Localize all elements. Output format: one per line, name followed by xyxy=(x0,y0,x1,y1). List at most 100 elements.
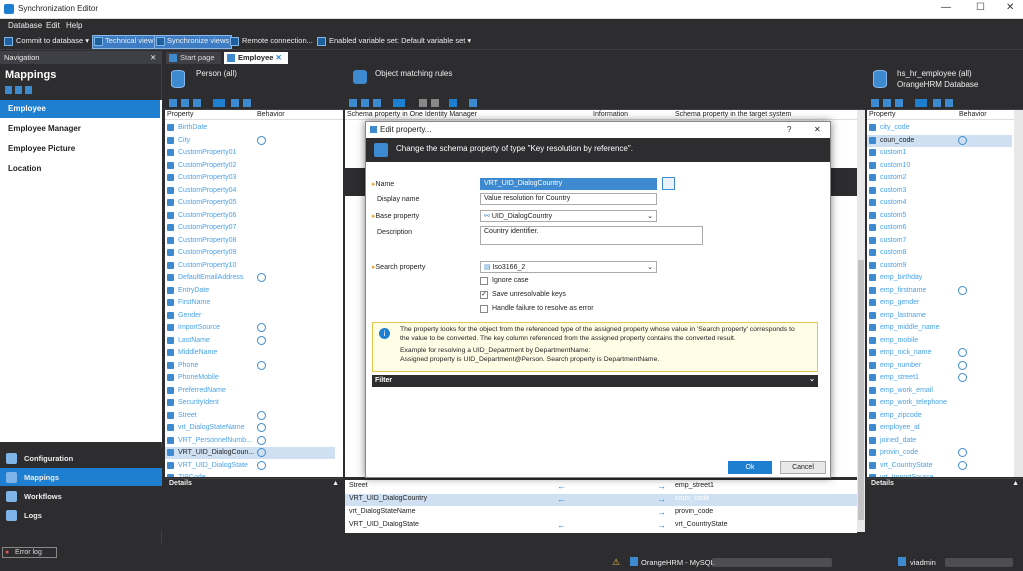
left-property-row[interactable]: CustomProperty01 xyxy=(165,147,335,159)
left-property-row[interactable]: PhoneMobile xyxy=(165,372,335,384)
left-property-row[interactable]: CustomProperty06 xyxy=(165,210,335,222)
right-property-row[interactable]: emp_birthday xyxy=(867,272,1012,284)
middle-scrollbar[interactable] xyxy=(857,110,865,532)
column-information[interactable]: Information xyxy=(591,110,673,120)
column-schema-property-target[interactable]: Schema property in the target system xyxy=(673,110,857,120)
left-property-row[interactable]: CustomProperty05 xyxy=(165,197,335,209)
search-property-select[interactable]: ▤ Iso3166_2 ⌄ xyxy=(480,261,657,273)
right-property-row[interactable]: vrt_ImportSource xyxy=(867,472,1012,477)
left-property-row[interactable]: CustomProperty07 xyxy=(165,222,335,234)
left-property-row[interactable]: LastName xyxy=(165,335,335,347)
close-button[interactable]: ✕ xyxy=(1006,2,1014,13)
delete-icon[interactable] xyxy=(895,99,903,107)
name-input[interactable]: VRT_UID_DialogCountry xyxy=(480,178,657,190)
left-property-row[interactable]: SecurityIdent xyxy=(165,397,335,409)
left-property-row[interactable]: Phone xyxy=(165,360,335,372)
edit-mapping-icon[interactable] xyxy=(15,86,22,94)
handle-failure-checkbox[interactable] xyxy=(480,305,488,313)
mapping-item-location[interactable]: Location xyxy=(0,160,160,178)
tab-employee[interactable]: Employee ✕ xyxy=(224,52,288,64)
left-property-row[interactable]: PreferredName xyxy=(165,385,335,397)
right-property-row[interactable]: custom9 xyxy=(867,260,1012,272)
wrench-icon[interactable] xyxy=(945,99,953,107)
column-behavior[interactable]: Behavior xyxy=(255,110,343,120)
right-property-row[interactable]: custom3 xyxy=(867,185,1012,197)
right-property-row[interactable]: emp_lastname xyxy=(867,310,1012,322)
search-icon[interactable] xyxy=(933,99,941,107)
nav-mappings[interactable]: Mappings xyxy=(0,468,162,486)
mapping-item-employee[interactable]: Employee xyxy=(0,100,160,118)
error-log-button[interactable]: ● Error log xyxy=(2,547,57,558)
tab-start-page[interactable]: Start page xyxy=(166,52,221,64)
right-property-row[interactable]: custom1 xyxy=(867,147,1012,159)
right-property-row[interactable]: custom4 xyxy=(867,197,1012,209)
delete-icon[interactable] xyxy=(193,99,201,107)
mapping-item-employee-manager[interactable]: Employee Manager xyxy=(0,120,160,138)
nav-configuration[interactable]: Configuration xyxy=(0,449,162,467)
move-down-icon[interactable] xyxy=(431,99,439,107)
right-property-row[interactable]: emp_number xyxy=(867,360,1012,372)
right-property-row[interactable]: emp_gender xyxy=(867,297,1012,309)
right-scrollbar[interactable] xyxy=(1014,110,1023,477)
technical-view-button[interactable]: Technical view xyxy=(91,35,157,49)
left-details-bar[interactable]: Details ▲ xyxy=(165,478,343,489)
dialog-close-button[interactable]: ✕ xyxy=(814,125,821,134)
right-property-row[interactable]: employee_id xyxy=(867,422,1012,434)
left-property-row[interactable]: ImportSource xyxy=(165,322,335,334)
save-unresolvable-checkbox[interactable]: ✓ xyxy=(480,291,488,299)
commit-button[interactable]: Commit to database ▾ xyxy=(4,36,89,48)
right-property-row[interactable]: emp_zipcode xyxy=(867,410,1012,422)
cancel-button[interactable]: Cancel xyxy=(780,461,826,474)
nav-logs[interactable]: Logs xyxy=(0,506,162,524)
delete-mapping-icon[interactable] xyxy=(25,86,32,94)
right-property-row[interactable]: custom6 xyxy=(867,222,1012,234)
left-property-row[interactable]: CustomProperty04 xyxy=(165,185,335,197)
add-icon[interactable] xyxy=(871,99,879,107)
minimize-button[interactable]: — xyxy=(941,2,951,13)
left-property-row[interactable]: VRT_UID_DialogState xyxy=(165,460,335,472)
add-mapping-icon[interactable] xyxy=(5,86,12,94)
left-property-row[interactable]: FirstName xyxy=(165,297,335,309)
menu-help[interactable]: Help xyxy=(66,21,82,30)
edit-rule-icon[interactable] xyxy=(361,99,369,107)
filter-icon[interactable] xyxy=(393,99,405,107)
right-property-row[interactable]: emp_mobile xyxy=(867,335,1012,347)
right-property-row[interactable]: provin_code xyxy=(867,447,1012,459)
left-property-row[interactable]: VRT_PersonnelNumb... xyxy=(165,435,335,447)
column-property[interactable]: Property xyxy=(165,110,255,120)
left-property-row[interactable]: City xyxy=(165,135,335,147)
filter-icon[interactable] xyxy=(915,99,927,107)
nav-workflows[interactable]: Workflows xyxy=(0,487,162,505)
right-property-row[interactable]: emp_work_email xyxy=(867,385,1012,397)
right-property-row[interactable]: emp_work_telephone xyxy=(867,397,1012,409)
right-property-row[interactable]: custom5 xyxy=(867,210,1012,222)
left-property-row[interactable]: Street xyxy=(165,410,335,422)
mapping-item-employee-picture[interactable]: Employee Picture xyxy=(0,140,160,158)
right-property-row[interactable]: city_code xyxy=(867,122,1012,134)
mapping-rule-row[interactable]: Street ← → emp_street1 xyxy=(345,481,857,493)
right-property-row[interactable]: emp_nick_name xyxy=(867,347,1012,359)
mapping-rule-row[interactable]: vrt_DialogStateName → provin_code xyxy=(345,507,857,519)
remote-connection-button[interactable]: Remote connection... xyxy=(230,36,313,48)
left-property-row[interactable]: CustomProperty02 xyxy=(165,160,335,172)
mapping-rule-row[interactable]: VRT_UID_DialogCountry ← → coun_code xyxy=(345,494,857,506)
left-property-row[interactable]: CustomProperty09 xyxy=(165,247,335,259)
menu-database[interactable]: Database xyxy=(8,21,42,30)
filter-icon[interactable] xyxy=(213,99,225,107)
name-edit-icon[interactable] xyxy=(662,177,675,190)
add-rule-icon[interactable] xyxy=(349,99,357,107)
column-property[interactable]: Property xyxy=(867,110,957,120)
right-details-bar[interactable]: Details ▲ xyxy=(867,478,1023,489)
dialog-help-button[interactable]: ? xyxy=(787,125,791,134)
apply-icon[interactable] xyxy=(449,99,457,107)
variable-set-dropdown[interactable]: Enabled variable set: Default variable s… xyxy=(317,36,471,48)
move-up-icon[interactable] xyxy=(419,99,427,107)
wrench-icon[interactable] xyxy=(469,99,477,107)
right-property-row[interactable]: custom10 xyxy=(867,160,1012,172)
close-tab-icon[interactable]: ✕ xyxy=(276,53,282,62)
maximize-button[interactable]: ☐ xyxy=(976,2,985,13)
right-property-row[interactable]: emp_middle_name xyxy=(867,322,1012,334)
left-property-row[interactable]: CustomProperty03 xyxy=(165,172,335,184)
ignore-case-checkbox[interactable] xyxy=(480,277,488,285)
search-icon[interactable] xyxy=(231,99,239,107)
